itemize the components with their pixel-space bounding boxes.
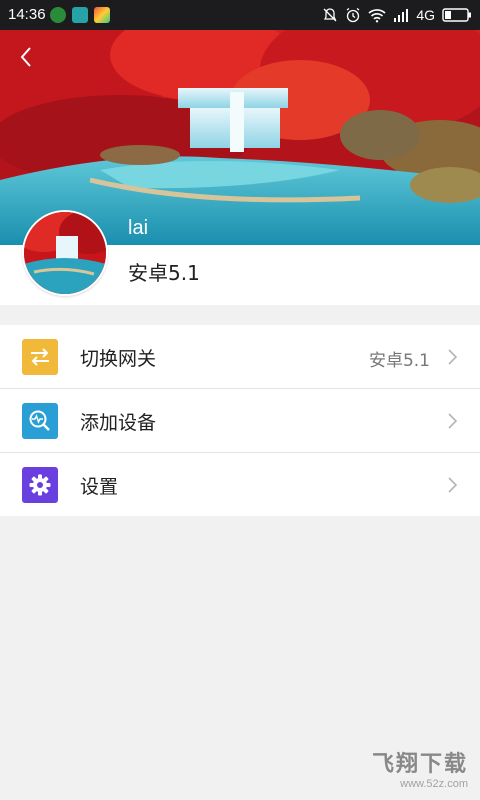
gear-icon (22, 467, 58, 503)
battery-icon (442, 8, 471, 22)
chevron-right-icon (448, 349, 458, 365)
avatar[interactable] (22, 210, 108, 296)
status-time: 14:36 (8, 6, 46, 23)
watermark-title: 飞翔下载 (371, 752, 468, 777)
status-bar: 14:36 4G (0, 0, 480, 30)
back-arrow-icon[interactable] (12, 42, 42, 72)
device-scan-icon (22, 403, 58, 439)
watermark: 飞翔下载 www.52z.com (372, 746, 468, 790)
profile-username: lai (128, 217, 149, 239)
watermark-url: www.52z.com (400, 778, 468, 790)
menu-item-add-device[interactable]: 添加设备 (0, 389, 480, 453)
notification-app-icon (50, 7, 66, 23)
menu-item-label: 添加设备 (80, 412, 157, 434)
network-type: 4G (416, 7, 435, 23)
alarm-icon (346, 7, 360, 23)
notification-app-icon (94, 7, 110, 23)
chevron-right-icon (448, 477, 458, 493)
swap-arrows-icon (22, 339, 58, 375)
menu-item-label: 切换网关 (80, 348, 157, 370)
notification-app-icon (72, 7, 88, 23)
menu-item-label: 设置 (80, 476, 119, 498)
menu-item-value: 安卓5.1 (368, 351, 430, 371)
signal-icon (394, 9, 409, 22)
wifi-icon (368, 8, 386, 22)
notification-muted-icon (323, 8, 337, 22)
menu-item-settings[interactable]: 设置 (0, 453, 480, 516)
menu-list: 切换网关 安卓5.1 添加设备 设置 (0, 325, 480, 516)
profile-subtitle: 安卓5.1 (128, 261, 200, 285)
chevron-right-icon (448, 413, 458, 429)
menu-item-switch-gateway[interactable]: 切换网关 安卓5.1 (0, 325, 480, 389)
